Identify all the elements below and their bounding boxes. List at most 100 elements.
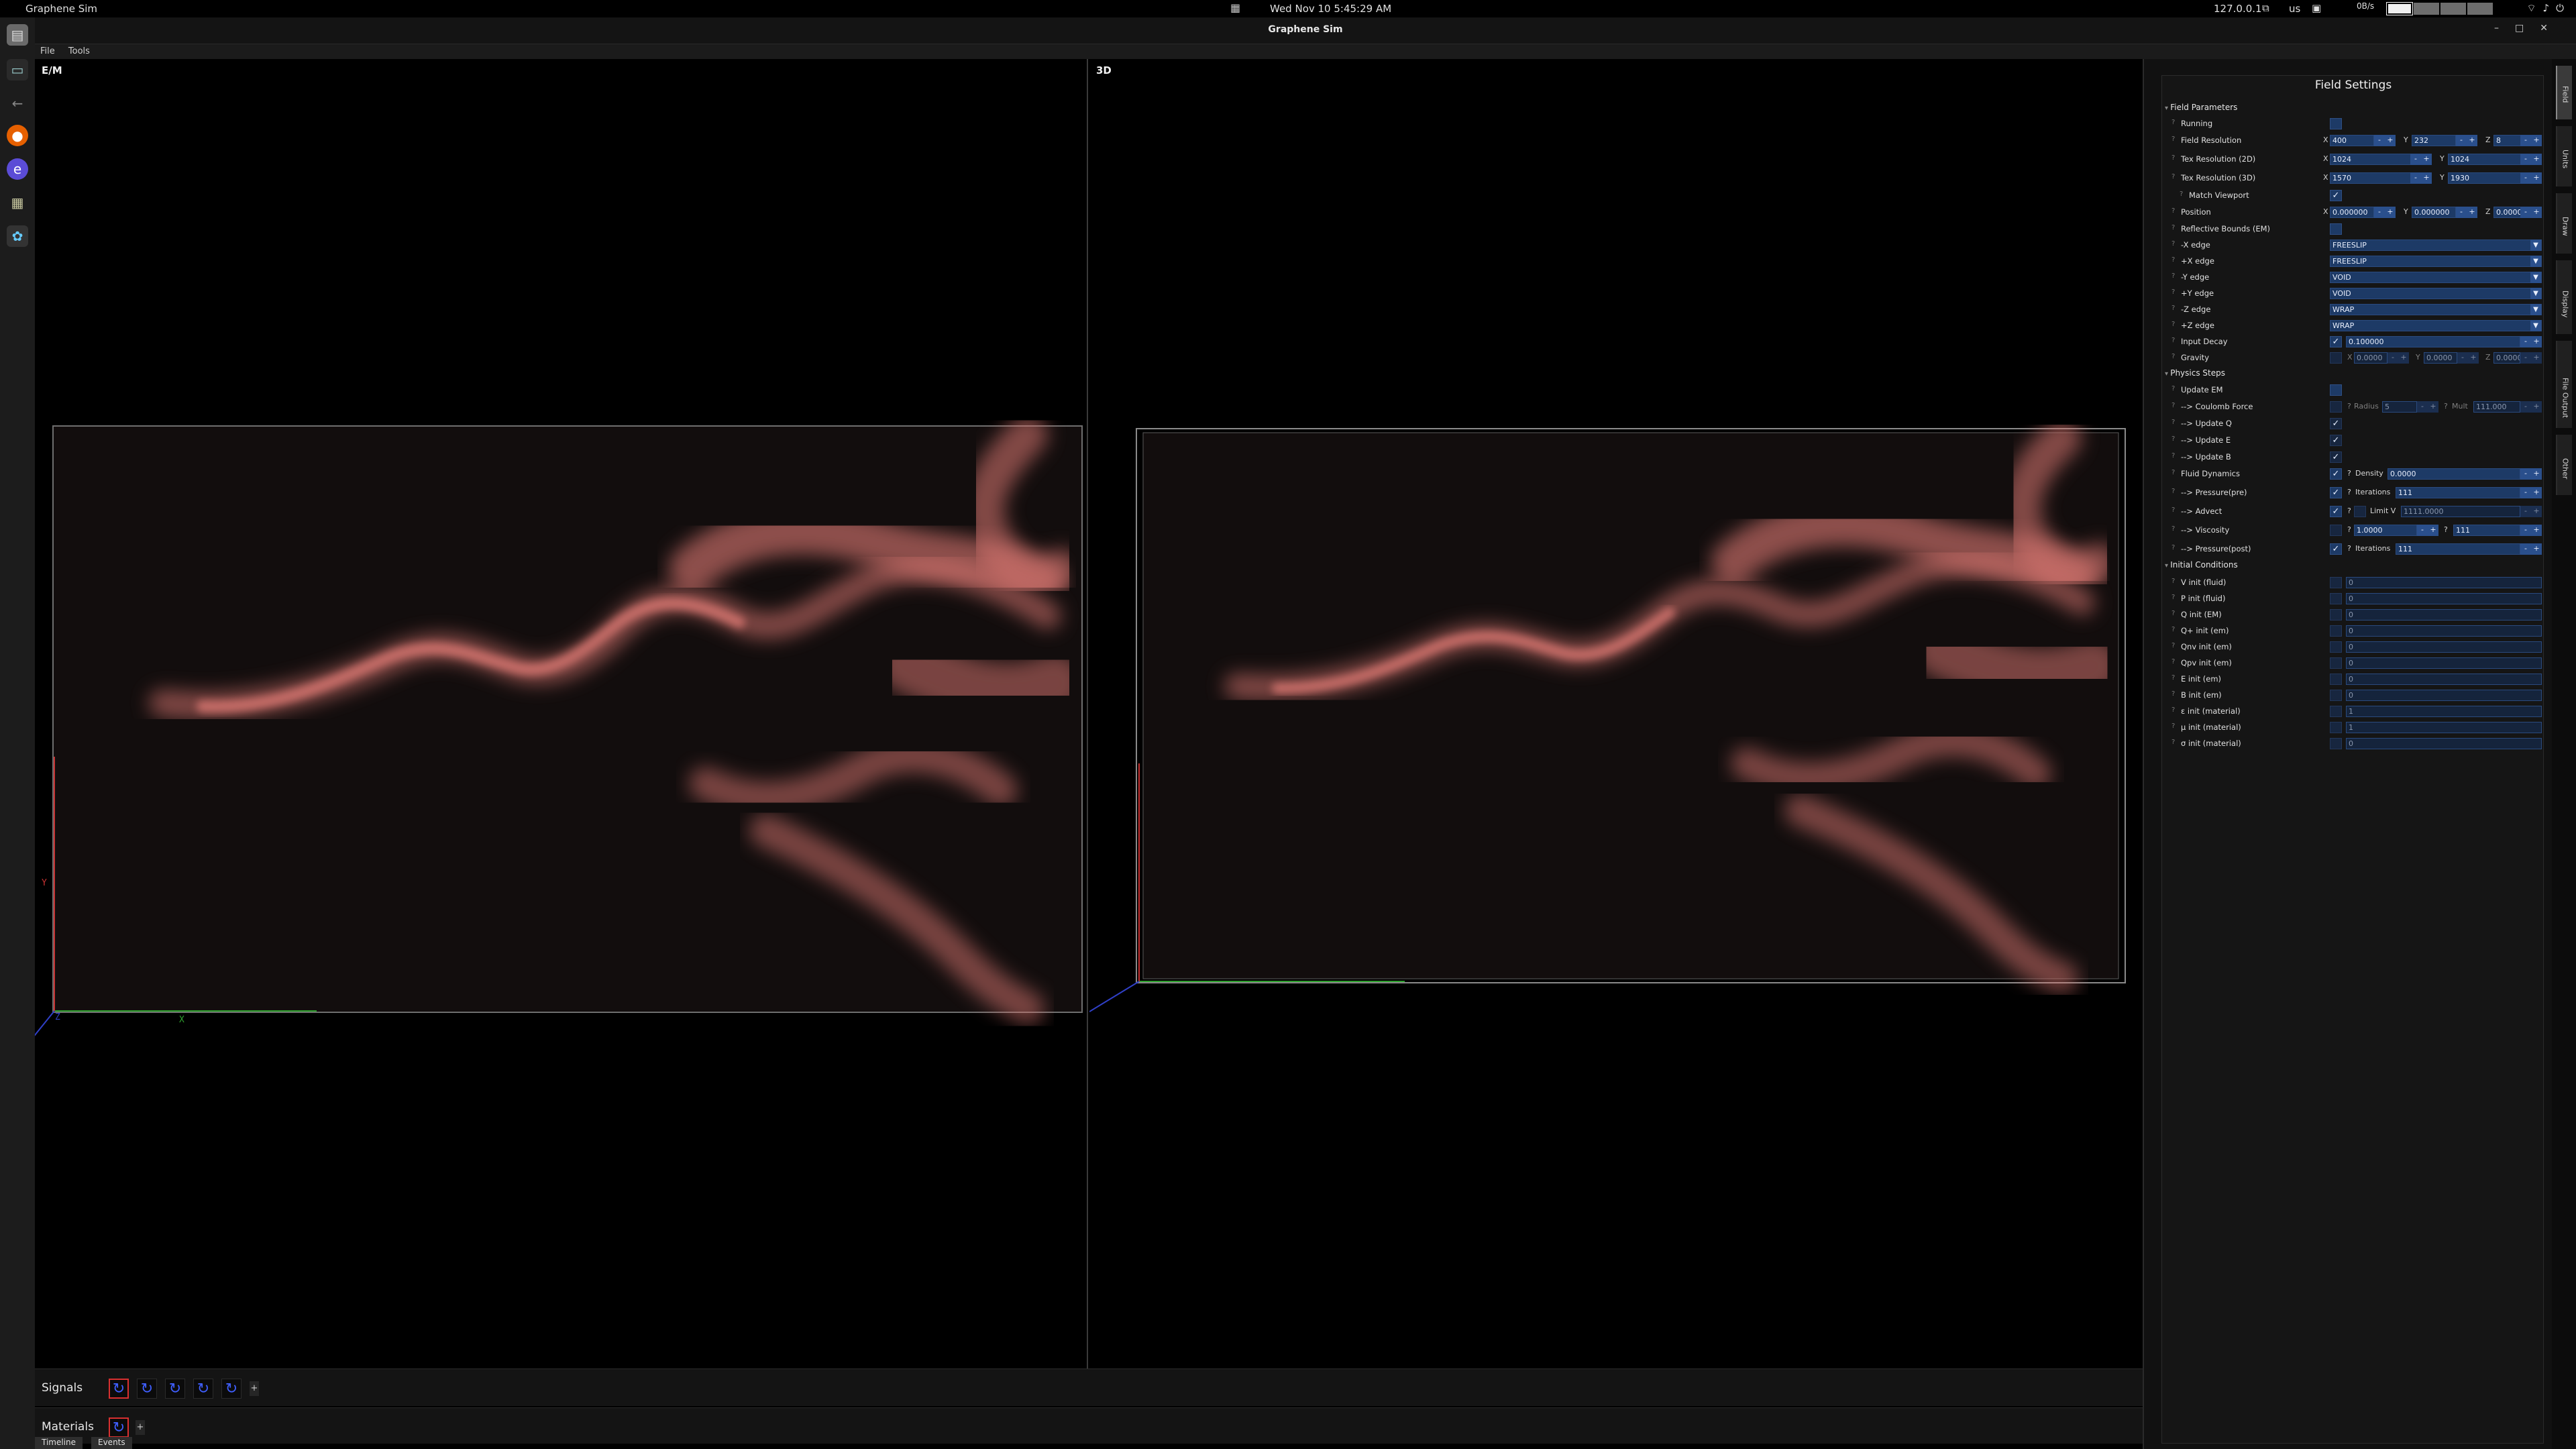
ic-value-input[interactable]: 1 — [2346, 722, 2542, 733]
help-icon[interactable]: ? — [2171, 256, 2175, 264]
gravity-y-plus[interactable]: + — [2468, 352, 2479, 364]
position-y-minus[interactable]: - — [2456, 207, 2467, 218]
position-x-input[interactable]: 0.000000 — [2330, 207, 2374, 218]
side-tab-field[interactable]: Field — [2556, 66, 2572, 119]
field-res-z-minus[interactable]: - — [2520, 135, 2531, 146]
signal-slot-5[interactable]: ↻ — [221, 1379, 241, 1399]
help-icon[interactable]: ? — [2171, 658, 2175, 665]
help-icon[interactable]: ? — [2171, 224, 2175, 231]
ic-color-swatch[interactable] — [2330, 625, 2342, 637]
gravity-y-minus[interactable]: - — [2457, 352, 2468, 364]
side-tab-display[interactable]: Display — [2556, 260, 2572, 334]
tex-res-3d-x-input[interactable]: 1570 — [2330, 172, 2421, 184]
minimize-icon[interactable]: – — [2494, 23, 2515, 34]
help-icon[interactable]: ? — [2171, 626, 2175, 633]
system-tray[interactable]: ⌔♪⏻ — [2526, 2, 2571, 15]
position-x-plus[interactable]: + — [2385, 207, 2396, 218]
field-res-y-plus[interactable]: + — [2467, 135, 2477, 146]
help-icon[interactable]: ? — [2171, 469, 2175, 476]
coulomb-mult-input[interactable]: 111.000 — [2473, 401, 2520, 413]
workspace-1[interactable] — [2386, 2, 2413, 15]
clock[interactable]: Wed Nov 10 5:45:29 AM — [1270, 3, 1391, 15]
gpu-tray-icon[interactable]: ▦ — [1230, 1, 1245, 15]
3d-viewport[interactable]: 3D — [1089, 59, 2143, 1368]
gravity-z-input[interactable]: 0.0000 — [2493, 352, 2520, 364]
ic-color-swatch[interactable] — [2330, 690, 2342, 701]
close-icon[interactable]: ✕ — [2540, 23, 2564, 34]
side-tab-units[interactable]: Units — [2556, 126, 2572, 186]
ic-value-input[interactable]: 0 — [2346, 625, 2542, 637]
help-icon[interactable]: ? — [2171, 288, 2175, 296]
density-plus[interactable]: + — [2531, 468, 2542, 480]
maximize-icon[interactable]: □ — [2515, 23, 2540, 34]
dropdown-arrow-icon[interactable]: ▼ — [2530, 239, 2541, 251]
ic-value-input[interactable]: 0 — [2346, 738, 2542, 749]
ic-color-swatch[interactable] — [2330, 577, 2342, 588]
active-app-name[interactable]: Graphene Sim — [25, 3, 97, 15]
files-icon[interactable]: ▤ — [7, 24, 28, 46]
viscosity-iter-plus[interactable]: + — [2531, 525, 2542, 536]
help-icon[interactable]: ? — [2171, 642, 2175, 649]
signal-slot-2[interactable]: ↻ — [137, 1379, 157, 1399]
coulomb-force-checkbox[interactable] — [2330, 401, 2342, 413]
help-icon[interactable]: ? — [2171, 173, 2175, 180]
signal-slot-4[interactable]: ↻ — [193, 1379, 213, 1399]
position-x-minus[interactable]: - — [2374, 207, 2385, 218]
coulomb-mult-plus[interactable]: + — [2531, 401, 2542, 413]
help-icon[interactable]: ? — [2444, 402, 2448, 411]
help-icon[interactable]: ? — [2171, 119, 2175, 126]
help-icon[interactable]: ? — [2171, 722, 2175, 730]
help-icon[interactable]: ? — [2171, 452, 2175, 460]
help-icon[interactable]: ? — [2171, 154, 2175, 162]
ic-value-input[interactable]: 0 — [2346, 641, 2542, 653]
tab-events[interactable]: Events — [91, 1437, 132, 1449]
coulomb-mult-minus[interactable]: - — [2520, 401, 2531, 413]
field-res-x-plus[interactable]: + — [2385, 135, 2396, 146]
viscosity-input[interactable]: 1.0000 — [2354, 525, 2417, 536]
workspace-switcher[interactable] — [2386, 2, 2493, 15]
tex-res-3d-y-plus[interactable]: + — [2531, 172, 2542, 184]
viscosity-iterations-input[interactable]: 111 — [2453, 525, 2520, 536]
pressure-pre-checkbox[interactable]: ✓ — [2330, 487, 2342, 498]
ic-color-swatch[interactable] — [2330, 641, 2342, 653]
limit-v-checkbox[interactable] — [2354, 506, 2366, 517]
position-z-plus[interactable]: + — [2531, 207, 2542, 218]
ic-value-input[interactable]: 0 — [2346, 577, 2542, 588]
pressure-post-checkbox[interactable]: ✓ — [2330, 543, 2342, 555]
pressure-post-minus[interactable]: - — [2520, 543, 2531, 555]
ic-color-swatch[interactable] — [2330, 593, 2342, 604]
update-q-checkbox[interactable]: ✓ — [2330, 418, 2342, 429]
ic-color-swatch[interactable] — [2330, 738, 2342, 749]
section-physics-steps[interactable]: Physics Steps — [2165, 368, 2225, 378]
pressure-pre-plus[interactable]: + — [2531, 487, 2542, 498]
help-icon[interactable]: ? — [2171, 385, 2175, 392]
help-icon[interactable]: ? — [2171, 353, 2175, 360]
tex-res-3d-y-input[interactable]: 1930 — [2448, 172, 2531, 184]
neg-x-edge-select[interactable]: FREESLIP ▼ — [2330, 239, 2542, 251]
input-decay-minus[interactable]: - — [2520, 336, 2531, 347]
ic-value-input[interactable]: 1 — [2346, 706, 2542, 717]
dropdown-arrow-icon[interactable]: ▼ — [2530, 272, 2541, 283]
help-icon[interactable]: ? — [2171, 419, 2175, 426]
tex-res-2d-y-minus[interactable]: - — [2520, 154, 2531, 165]
help-icon[interactable]: ? — [2347, 506, 2351, 515]
help-icon[interactable]: ? — [2347, 469, 2351, 478]
section-initial-conditions[interactable]: Initial Conditions — [2165, 560, 2238, 570]
em-field-view[interactable]: X Y Z — [35, 59, 1088, 1368]
coulomb-radius-plus[interactable]: + — [2428, 401, 2438, 413]
workspace-3[interactable] — [2440, 3, 2466, 15]
side-tab-draw[interactable]: Draw — [2556, 193, 2572, 254]
help-icon[interactable]: ? — [2171, 321, 2175, 328]
limit-v-input[interactable]: 1111.0000 — [2401, 506, 2520, 517]
tex-res-3d-x-minus[interactable]: - — [2410, 172, 2421, 184]
graphene-icon[interactable]: ✿ — [7, 225, 28, 247]
viscosity-plus[interactable]: + — [2428, 525, 2438, 536]
ic-color-swatch[interactable] — [2330, 722, 2342, 733]
ic-value-input[interactable]: 0 — [2346, 609, 2542, 621]
help-icon[interactable]: ? — [2171, 578, 2175, 585]
pressure-post-iterations-input[interactable]: 111 — [2396, 543, 2520, 555]
terminal-icon[interactable]: ▭ — [7, 59, 28, 80]
workspace-4[interactable] — [2467, 3, 2493, 15]
gravity-checkbox[interactable] — [2330, 352, 2342, 364]
help-icon[interactable]: ? — [2171, 207, 2175, 215]
